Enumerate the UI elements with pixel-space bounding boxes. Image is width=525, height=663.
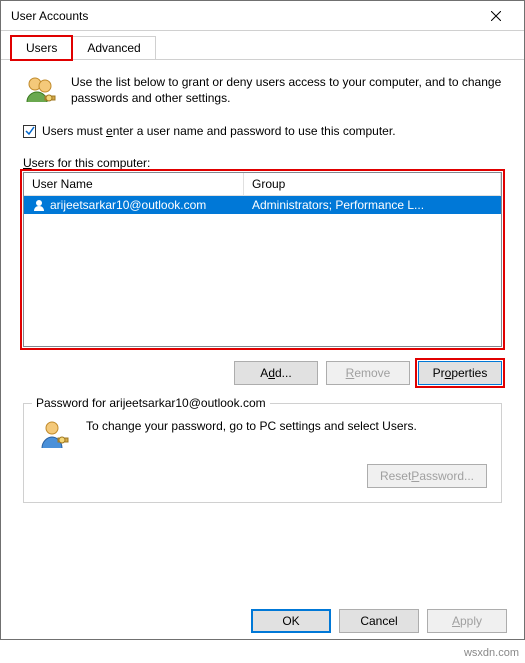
list-header: User Name Group	[24, 173, 501, 196]
users-list[interactable]: User Name Group arijeetsarkar10@outlook.…	[23, 172, 502, 347]
tab-users-label: Users	[26, 41, 57, 55]
user-icon	[32, 198, 46, 212]
close-icon	[491, 8, 501, 24]
users-keys-icon	[23, 74, 59, 110]
window-title: User Accounts	[11, 9, 88, 23]
cancel-button[interactable]: Cancel	[339, 609, 419, 633]
tab-bar: Users Advanced	[1, 31, 524, 60]
cell-username: arijeetsarkar10@outlook.com	[24, 196, 244, 214]
users-list-label: Users for this computer:	[23, 156, 502, 170]
intro-text: Use the list below to grant or deny user…	[71, 74, 502, 110]
intro-row: Use the list below to grant or deny user…	[23, 74, 502, 110]
tab-users[interactable]: Users	[11, 36, 72, 60]
user-accounts-window: User Accounts Users Advanced Use the lis…	[0, 0, 525, 640]
table-row[interactable]: arijeetsarkar10@outlook.com Administrato…	[24, 196, 501, 214]
properties-button[interactable]: Properties	[418, 361, 502, 385]
dialog-buttons: OK Cancel Apply	[251, 609, 507, 633]
password-group-title: Password for arijeetsarkar10@outlook.com	[32, 396, 270, 410]
user-key-icon	[38, 418, 74, 454]
close-button[interactable]	[476, 2, 516, 30]
cell-username-text: arijeetsarkar10@outlook.com	[50, 198, 206, 212]
column-username[interactable]: User Name	[24, 173, 244, 195]
cell-group: Administrators; Performance L...	[244, 196, 501, 214]
remove-button: Remove	[326, 361, 410, 385]
must-enter-row: Users must enter a user name and passwor…	[23, 124, 502, 138]
password-groupbox: Password for arijeetsarkar10@outlook.com…	[23, 403, 502, 503]
titlebar: User Accounts	[1, 1, 524, 31]
must-enter-label: Users must enter a user name and passwor…	[42, 124, 396, 138]
reset-password-button: Reset Password...	[367, 464, 487, 488]
tab-content: Use the list below to grant or deny user…	[1, 60, 524, 513]
add-button[interactable]: Add...	[234, 361, 318, 385]
password-text: To change your password, go to PC settin…	[86, 418, 417, 434]
tab-advanced-label: Advanced	[87, 41, 140, 55]
must-enter-checkbox[interactable]	[23, 125, 36, 138]
watermark: wsxdn.com	[464, 647, 519, 659]
password-button-row: Reset Password...	[38, 464, 487, 488]
password-body: To change your password, go to PC settin…	[38, 418, 487, 454]
apply-button: Apply	[427, 609, 507, 633]
tab-advanced[interactable]: Advanced	[72, 36, 155, 59]
column-group[interactable]: Group	[244, 173, 501, 195]
list-buttons: Add... Remove Properties	[23, 361, 502, 385]
ok-button[interactable]: OK	[251, 609, 331, 633]
